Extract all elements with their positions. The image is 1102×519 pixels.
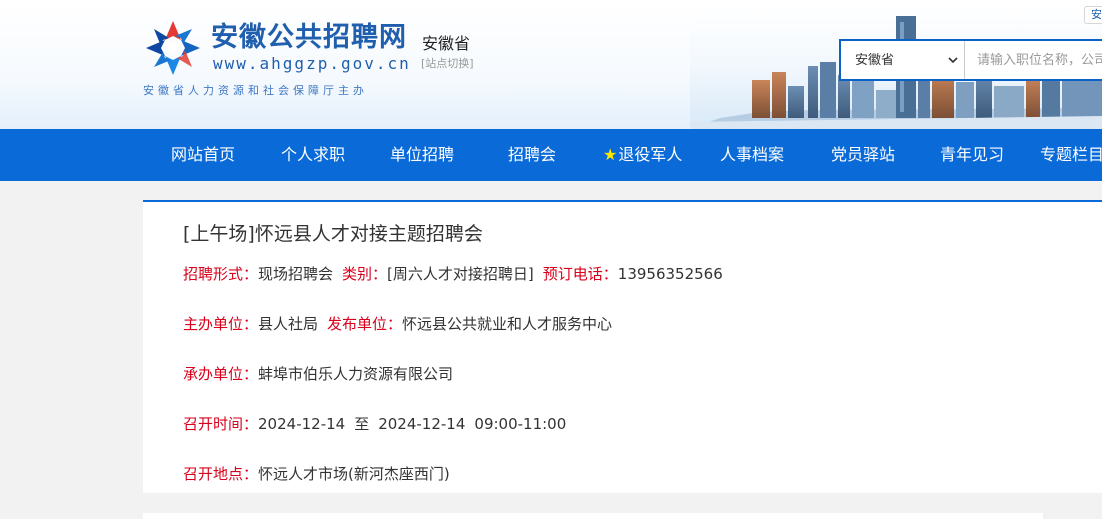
nav-home[interactable]: 网站首页 [171, 129, 235, 181]
search-input[interactable] [966, 41, 1102, 79]
nav-special-topics[interactable]: 专题栏目 [1040, 129, 1102, 181]
host-label: 主办单位： [183, 315, 259, 333]
site-switch-link[interactable]: [站点切换] [421, 57, 474, 71]
place-label: 召开地点： [183, 465, 259, 483]
corner-tab[interactable]: 安 [1084, 6, 1102, 24]
fair-info-row-host: 主办单位：县人社局 发布单位：怀远县公共就业和人才服务中心 [183, 314, 612, 334]
nav-employer-recruitment[interactable]: 单位招聘 [390, 129, 454, 181]
category-value: [周六人才对接招聘日] [387, 265, 534, 283]
time-start: 2024-12-14 [258, 415, 346, 433]
host-value: 县人社局 [258, 315, 319, 333]
time-end: 2024-12-14 [378, 415, 466, 433]
site-header: 安徽公共招聘网 www.ahggzp.gov.cn 安徽省人力资源和社会保障厅主… [0, 0, 1102, 129]
job-fair-detail-card: [上午场]怀远县人才对接主题招聘会 招聘形式：现场招聘会 类别：[周六人才对接招聘… [143, 200, 1102, 493]
place-value: 怀远人才市场(新河杰座西门) [258, 465, 450, 483]
nav-personnel-files[interactable]: 人事档案 [720, 129, 784, 181]
nav-veterans-label: 退役军人 [618, 145, 683, 164]
next-section-edge [143, 513, 1043, 519]
time-to: 至 [354, 415, 370, 433]
organizer-value: 蚌埠市伯乐人力资源有限公司 [258, 365, 454, 383]
logo-subtitle: 安徽省人力资源和社会保障厅主办 [143, 84, 368, 97]
fair-info-row-time: 召开时间：2024-12-14 至 2024-12-14 09:00-11:00 [183, 414, 566, 434]
organizer-label: 承办单位： [183, 365, 259, 383]
fair-title: [上午场]怀远县人才对接主题招聘会 [183, 223, 483, 245]
nav-veterans[interactable]: ★退役军人 [603, 129, 682, 181]
publisher-label: 发布单位： [327, 315, 403, 333]
form-value: 现场招聘会 [258, 265, 334, 283]
logo-title[interactable]: 安徽公共招聘网 [211, 22, 407, 54]
nav-youth-internship[interactable]: 青年见习 [940, 129, 1004, 181]
star-icon: ★ [603, 145, 618, 164]
card-top-border [143, 200, 1102, 202]
time-label: 召开时间： [183, 415, 259, 433]
fair-info-row-organizer: 承办单位：蚌埠市伯乐人力资源有限公司 [183, 364, 453, 384]
province-select[interactable]: 安徽省 [841, 41, 965, 79]
category-label: 类别： [342, 265, 388, 283]
main-nav: 网站首页 个人求职 单位招聘 招聘会 ★退役军人 人事档案 党员驿站 青年见习 … [0, 129, 1102, 181]
search-bar: 安徽省 [839, 39, 1102, 81]
phone-label: 预订电话： [542, 265, 618, 283]
logo-icon[interactable] [143, 18, 203, 78]
nav-job-seeking[interactable]: 个人求职 [281, 129, 345, 181]
time-hours: 09:00-11:00 [474, 415, 567, 433]
form-label: 招聘形式： [183, 265, 259, 283]
nav-job-fairs[interactable]: 招聘会 [508, 129, 556, 181]
logo-url: www.ahggzp.gov.cn [213, 54, 411, 73]
nav-party-station[interactable]: 党员驿站 [831, 129, 895, 181]
fair-info-row-form: 招聘形式：现场招聘会 类别：[周六人才对接招聘日] 预订电话：13956352566 [183, 264, 723, 284]
publisher-value: 怀远县公共就业和人才服务中心 [402, 315, 613, 333]
fair-info-row-place: 召开地点：怀远人才市场(新河杰座西门) [183, 464, 450, 484]
current-site-region: 安徽省 [422, 34, 471, 53]
phone-value: 13956352566 [617, 265, 723, 283]
